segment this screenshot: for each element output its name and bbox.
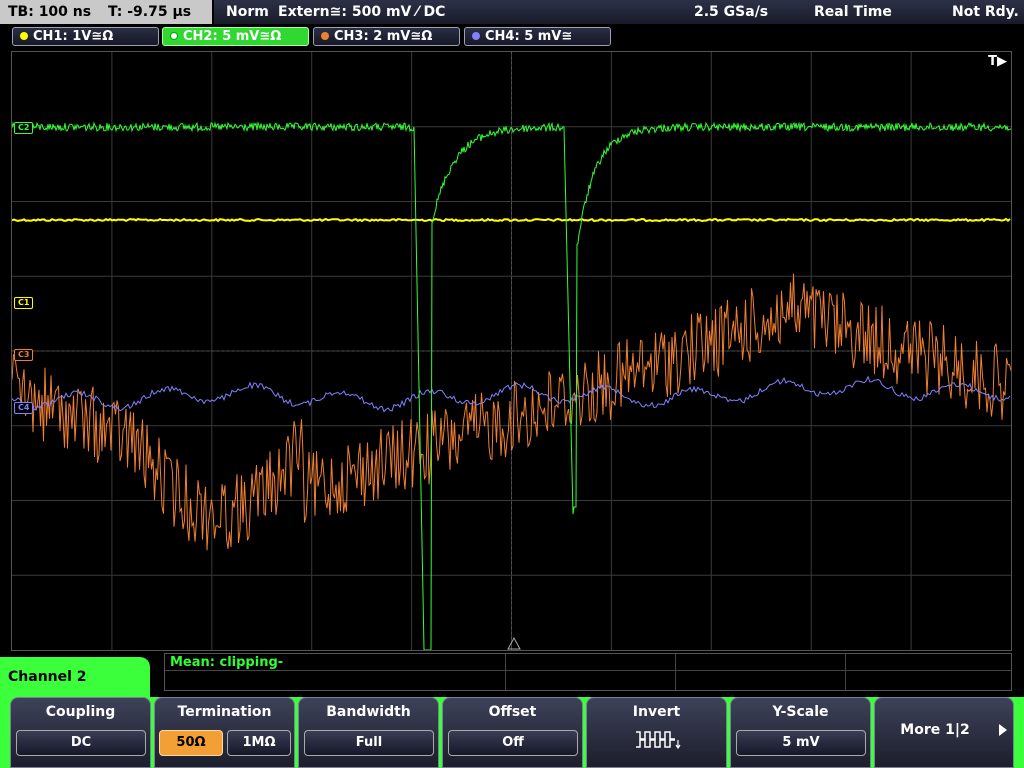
- trigger-position-icon: [507, 636, 521, 650]
- trigger-source[interactable]: Extern≅: 500 mV ⁄ DC: [278, 0, 445, 24]
- channel-tab-2-label: CH2: 5 mV≅Ω: [183, 29, 282, 44]
- measurement-result: Mean: clipping-: [170, 655, 284, 670]
- measurement-divider: [165, 670, 1011, 671]
- yscale-value-button[interactable]: 5 mV: [736, 730, 866, 756]
- measurement-divider: [845, 654, 846, 690]
- waveform-svg: [12, 52, 1011, 650]
- coupling-label: Coupling: [45, 704, 116, 720]
- invert-label: Invert: [632, 704, 681, 720]
- measurement-panel[interactable]: Mean: clipping-: [164, 653, 1012, 691]
- termination-label: Termination: [177, 704, 272, 720]
- yscale-label: Y-Scale: [772, 704, 829, 720]
- channel-2-color-icon: [170, 32, 178, 40]
- bandwidth-softkey[interactable]: Bandwidth Full: [298, 697, 439, 768]
- more-softkey[interactable]: More 1|2: [874, 697, 1014, 768]
- trigger-time-value: T: -9.75 µs: [107, 4, 192, 20]
- offset-softkey[interactable]: Offset Off: [442, 697, 583, 768]
- bandwidth-label: Bandwidth: [326, 704, 411, 720]
- channel-tabs: CH1: 1V≅Ω CH2: 5 mV≅Ω CH3: 2 mV≅Ω CH4: 5…: [0, 24, 1024, 48]
- channel-tab-3-label: CH3: 2 mV≅Ω: [334, 29, 433, 44]
- channel-tab-1-label: CH1: 1V≅Ω: [33, 29, 114, 44]
- waveform-display[interactable]: T▶ C2 C1 C3 C4: [11, 51, 1012, 651]
- acquisition-mode[interactable]: Real Time: [814, 0, 892, 24]
- channel-tab-4[interactable]: CH4: 5 mV≅: [464, 27, 611, 46]
- measurement-divider: [505, 654, 506, 690]
- channel-1-ref-label[interactable]: C1: [14, 297, 34, 309]
- invert-softkey[interactable]: Invert: [586, 697, 727, 768]
- offset-label: Offset: [488, 704, 537, 720]
- coupling-value-button[interactable]: DC: [16, 730, 146, 756]
- trigger-mode[interactable]: Norm: [226, 0, 269, 24]
- more-arrow-icon: [999, 724, 1007, 736]
- channel-tab-4-label: CH4: 5 mV≅: [485, 29, 573, 44]
- more-label: More 1|2: [900, 722, 970, 738]
- acquisition-state: Not Rdy.: [952, 4, 1019, 20]
- bandwidth-value-button[interactable]: Full: [304, 730, 434, 756]
- channel-1-color-icon: [20, 32, 28, 40]
- invert-waveform-icon: [636, 731, 681, 750]
- channel-3-ref-label[interactable]: C3: [14, 349, 34, 361]
- graticule: [12, 52, 1011, 650]
- measurement-divider: [675, 654, 676, 690]
- yscale-softkey[interactable]: Y-Scale 5 mV: [730, 697, 871, 768]
- offset-value-button[interactable]: Off: [448, 730, 578, 756]
- menu-title: Channel 2: [0, 657, 150, 697]
- channel-tab-3[interactable]: CH3: 2 mV≅Ω: [313, 27, 460, 46]
- sample-rate[interactable]: 2.5 GSa/s: [694, 0, 768, 24]
- channel-2-ref-label[interactable]: C2: [14, 122, 34, 134]
- coupling-softkey[interactable]: Coupling DC: [10, 697, 151, 768]
- channel-3-color-icon: [321, 32, 329, 40]
- trigger-marker-icon: T▶: [988, 54, 1007, 69]
- timebase-value: TB: 100 ns: [8, 4, 92, 20]
- channel-4-ref-label[interactable]: C4: [14, 402, 34, 414]
- termination-1mohm-button[interactable]: 1MΩ: [227, 730, 291, 756]
- termination-50ohm-button[interactable]: 50Ω: [159, 730, 223, 756]
- trigger-info-bar[interactable]: Norm Extern≅: 500 mV ⁄ DC 2.5 GSa/s Real…: [214, 0, 1024, 24]
- status-bar: TB: 100 ns T: -9.75 µs Norm Extern≅: 500…: [0, 0, 1024, 24]
- timebase-box[interactable]: TB: 100 ns T: -9.75 µs: [0, 0, 212, 24]
- channel-4-color-icon: [472, 32, 480, 40]
- channel-tab-1[interactable]: CH1: 1V≅Ω: [12, 27, 159, 46]
- termination-softkey[interactable]: Termination 50Ω 1MΩ: [154, 697, 295, 768]
- channel-tab-2[interactable]: CH2: 5 mV≅Ω: [162, 27, 309, 46]
